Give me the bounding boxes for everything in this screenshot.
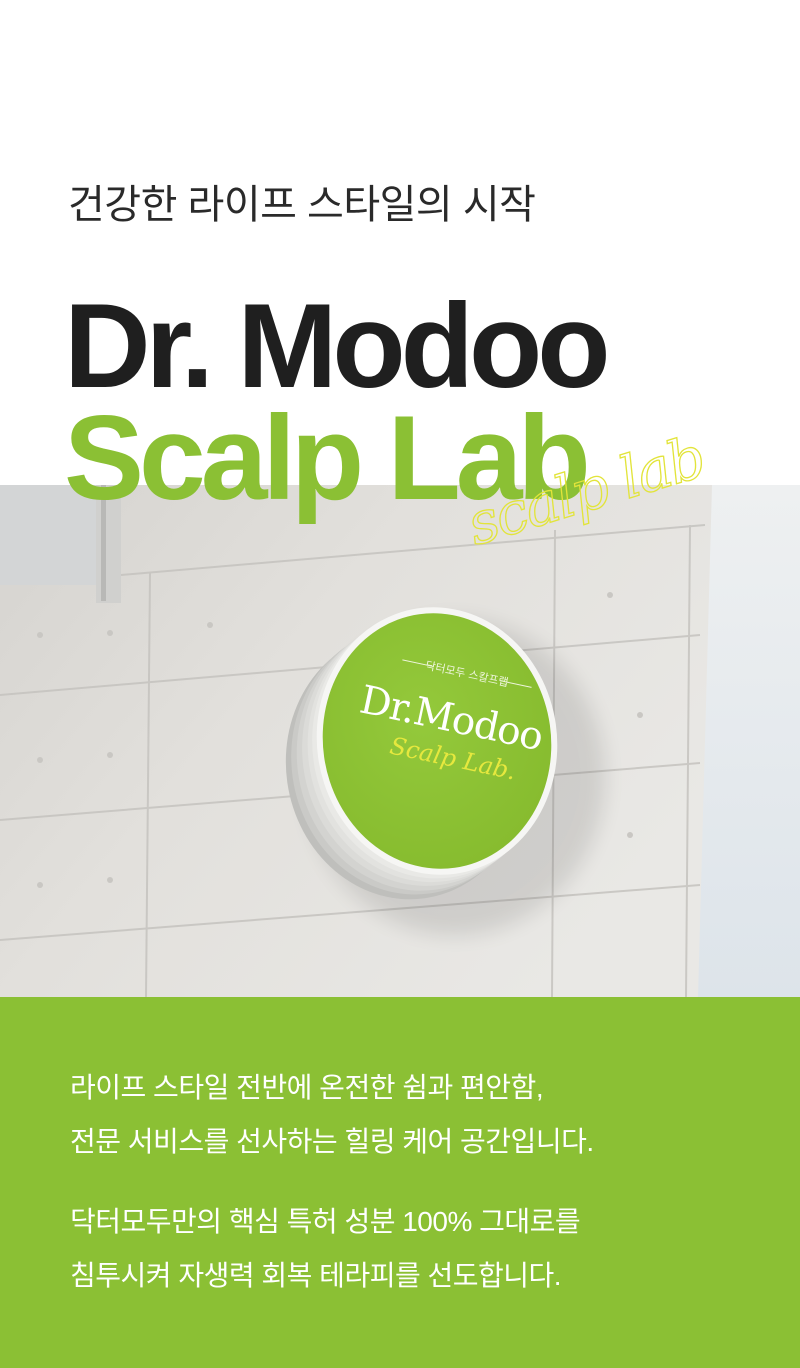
description-line: 침투시켜 자생력 회복 테라피를 선도합니다. bbox=[70, 1260, 562, 1291]
script-lettering-text: scalp lab bbox=[459, 423, 711, 559]
script-lettering-overlay: scalp lab bbox=[459, 422, 713, 559]
hero-title-line-1: Dr. Modoo bbox=[64, 279, 611, 413]
description-line: 라이프 스타일 전반에 온전한 쉼과 편안함, bbox=[70, 1072, 544, 1103]
description-section: 라이프 스타일 전반에 온전한 쉼과 편안함, 전문 서비스를 선사하는 힐링 … bbox=[0, 997, 800, 1368]
description-line: 닥터모두만의 핵심 특허 성분 100% 그대로를 bbox=[70, 1206, 581, 1237]
description-paragraph-2: 닥터모두만의 핵심 특허 성분 100% 그대로를 침투시켜 자생력 회복 테라… bbox=[70, 1195, 581, 1303]
description-paragraph-1: 라이프 스타일 전반에 온전한 쉼과 편안함, 전문 서비스를 선사하는 힐링 … bbox=[70, 1061, 594, 1169]
description-line: 전문 서비스를 선사하는 힐링 케어 공간입니다. bbox=[70, 1126, 594, 1157]
hero-subtitle: 건강한 라이프 스타일의 시작 bbox=[68, 183, 536, 227]
